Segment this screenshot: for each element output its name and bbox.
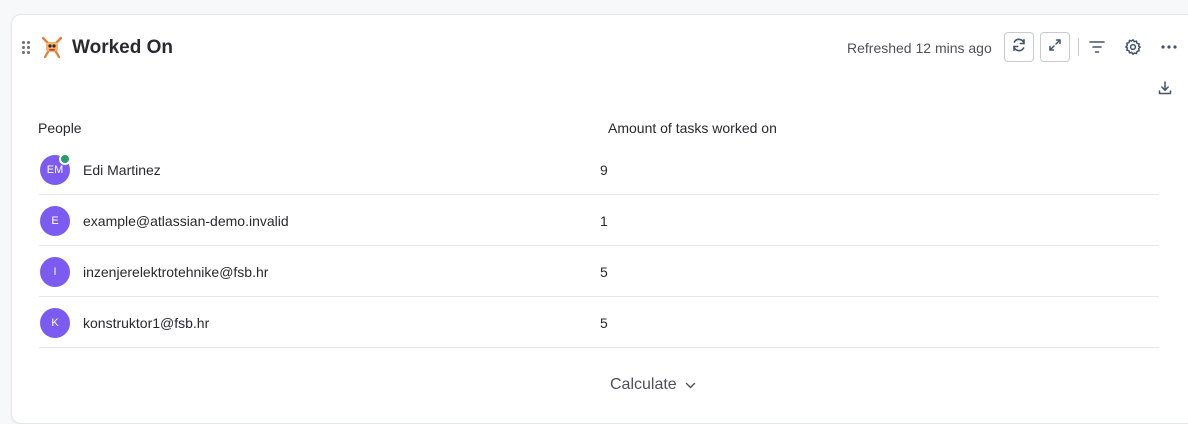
avatar: E [40, 206, 70, 236]
task-count: 5 [600, 315, 608, 331]
filter-icon[interactable] [1085, 35, 1109, 59]
expand-icon [1048, 38, 1062, 57]
table-row: I inzenjerelektrotehnike@fsb.hr 5 [39, 246, 1159, 297]
task-count: 5 [600, 264, 608, 280]
column-header-people[interactable]: People [38, 119, 82, 137]
refresh-button[interactable] [1004, 32, 1034, 62]
column-header-amount[interactable]: Amount of tasks worked on [608, 119, 777, 137]
drag-handle-icon[interactable] [22, 41, 32, 55]
expand-button[interactable] [1040, 32, 1070, 62]
refresh-icon [1011, 37, 1027, 58]
task-count: 1 [600, 213, 608, 229]
table-row: EM Edi Martinez 9 [39, 144, 1159, 195]
person-name[interactable]: inzenjerelektrotehnike@fsb.hr [83, 263, 268, 281]
person-name[interactable]: konstruktor1@fsb.hr [83, 314, 209, 332]
panel-title: Worked On [72, 37, 173, 58]
calculate-button[interactable]: Calculate [610, 376, 696, 394]
person-name[interactable]: Edi Martinez [83, 161, 161, 179]
download-icon[interactable] [1153, 76, 1177, 100]
person-name[interactable]: example@atlassian-demo.invalid [83, 212, 289, 230]
refreshed-status: Refreshed 12 mins ago [847, 40, 992, 56]
chevron-down-icon [685, 376, 696, 394]
gear-icon[interactable] [1121, 35, 1145, 59]
calculate-label: Calculate [610, 376, 677, 393]
worked-on-panel: Worked On Refreshed 12 mins ago People A… [11, 14, 1188, 424]
robot-emoji-icon [41, 36, 63, 59]
avatar: K [40, 308, 70, 338]
table-row: E example@atlassian-demo.invalid 1 [39, 195, 1159, 246]
more-icon[interactable] [1157, 35, 1181, 59]
task-count: 9 [600, 162, 608, 178]
avatar: I [40, 257, 70, 287]
toolbar-divider [1078, 38, 1079, 56]
table-row: K konstruktor1@fsb.hr 5 [39, 297, 1159, 348]
online-status-indicator [59, 153, 71, 165]
